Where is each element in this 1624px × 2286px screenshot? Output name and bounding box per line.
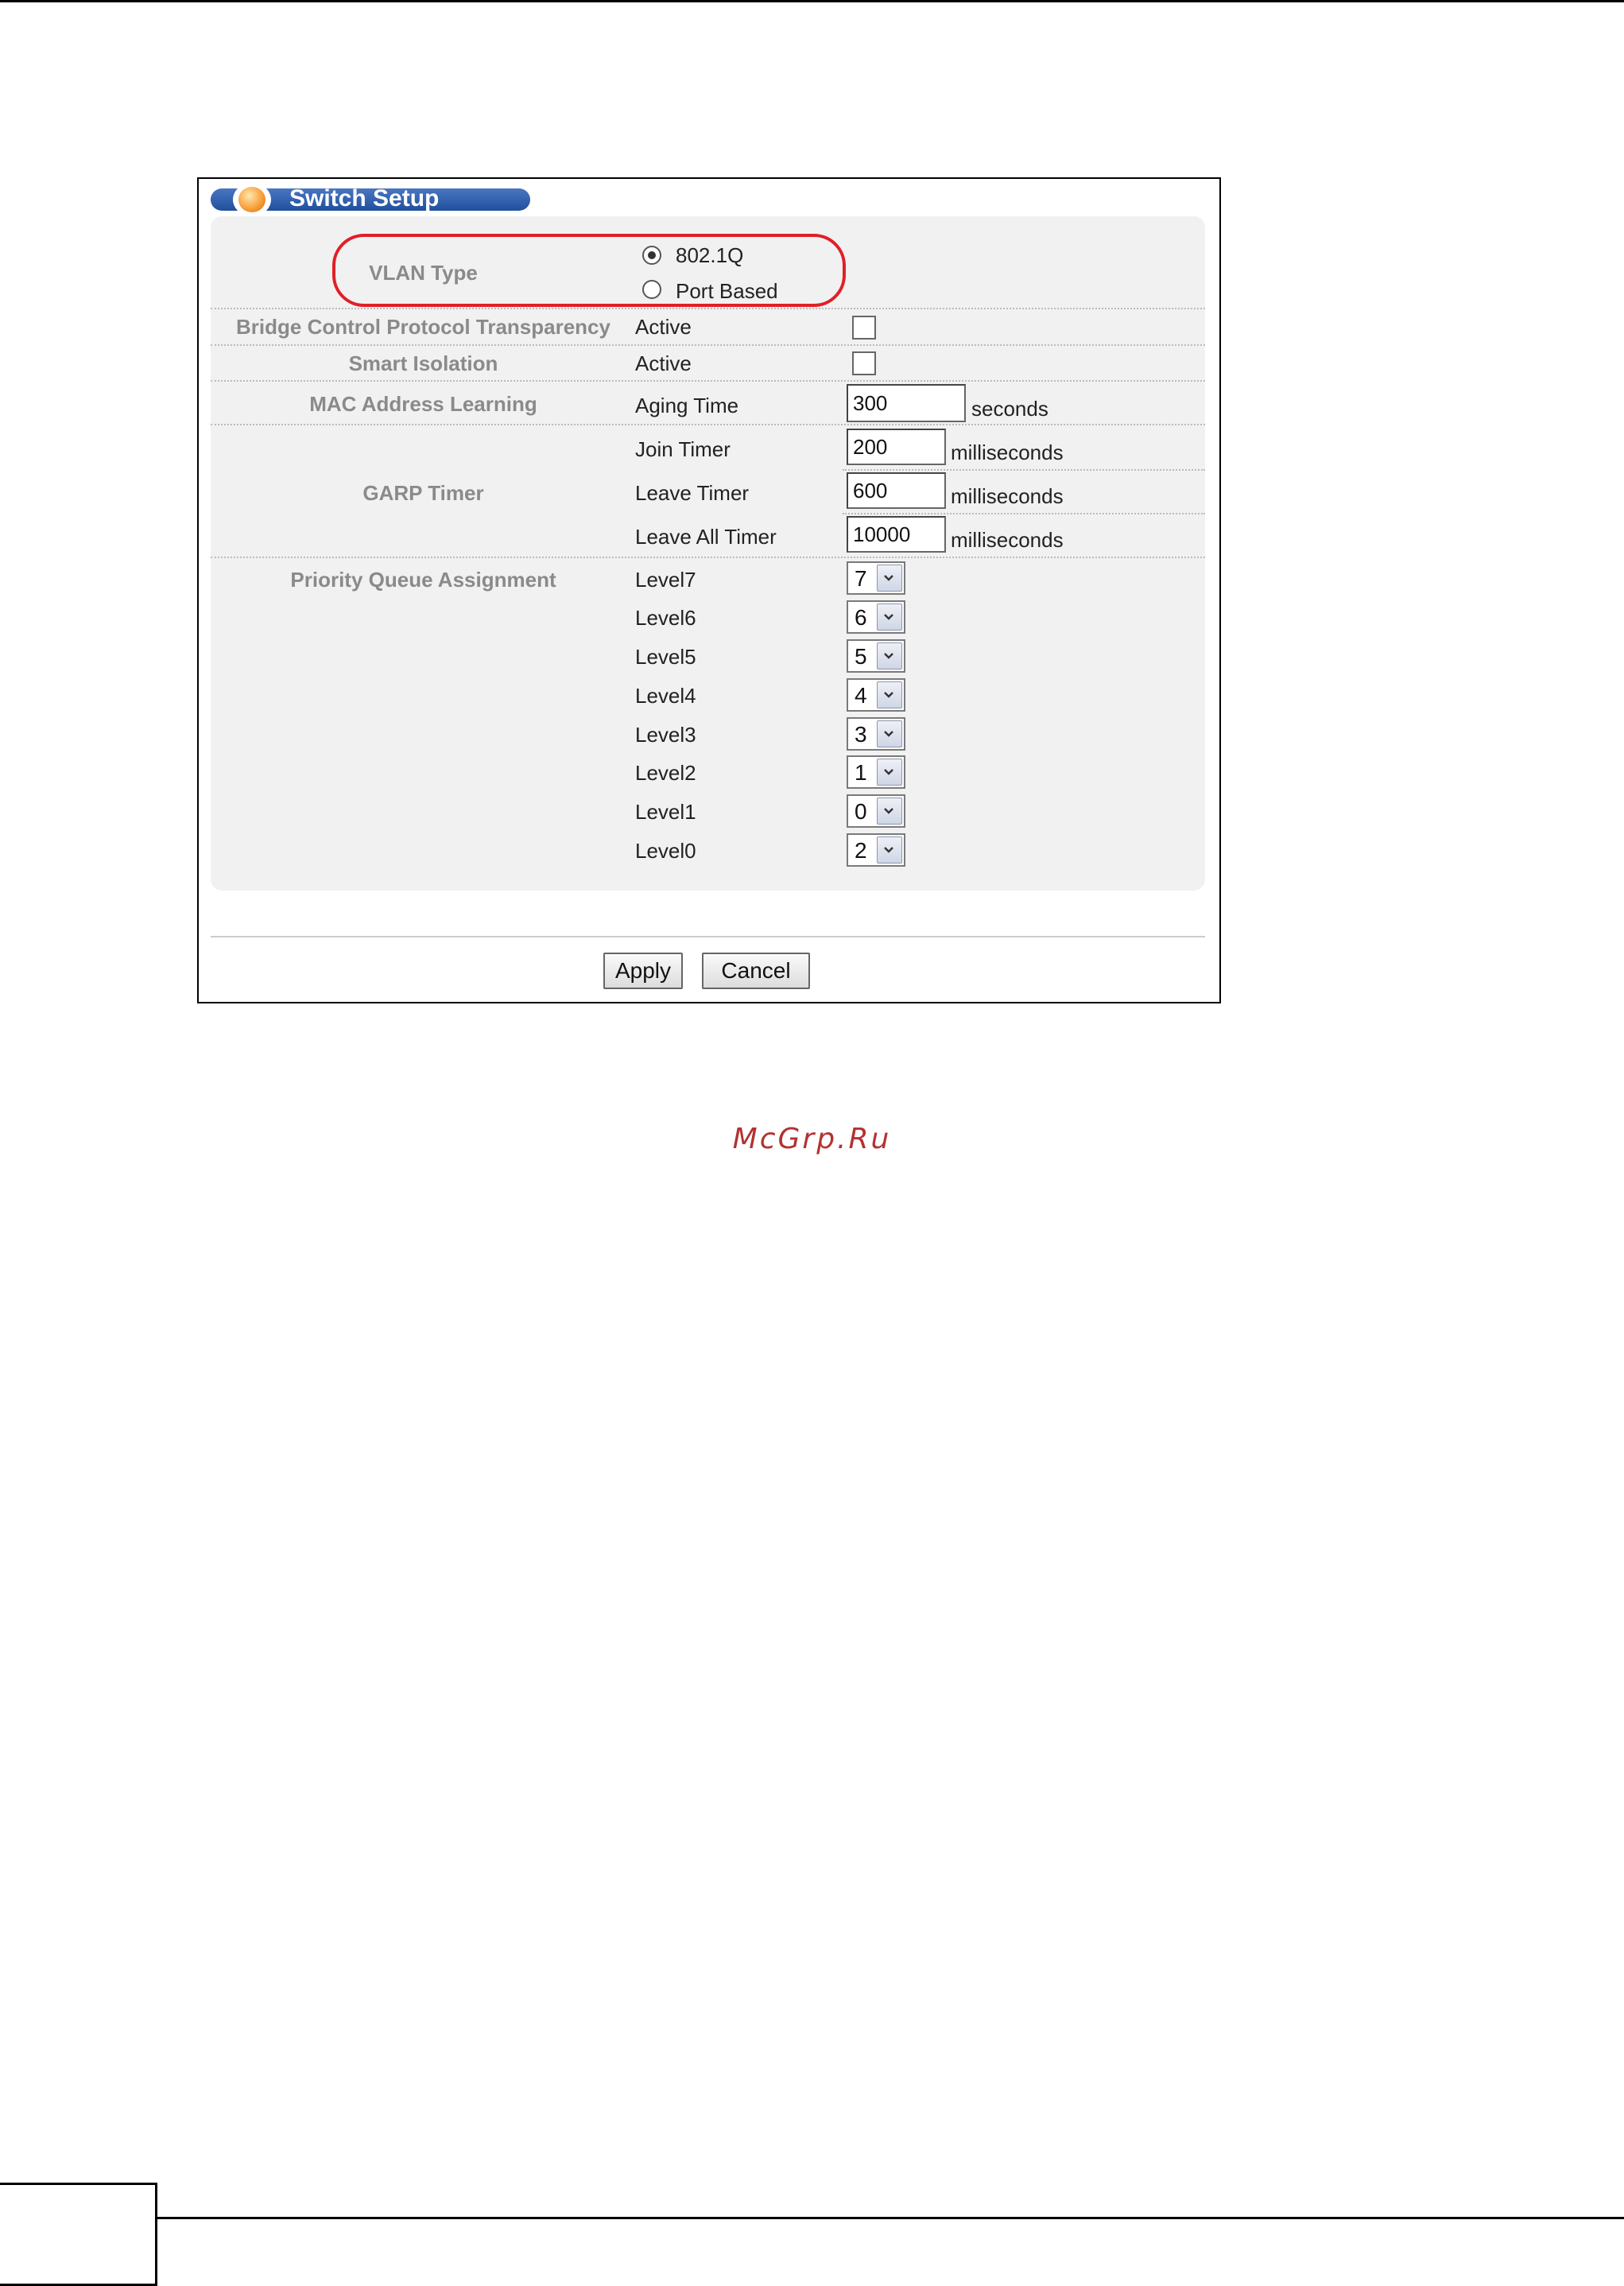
bridge-control-checkbox[interactable]: [852, 316, 876, 340]
smart-isolation-active-label: Active: [635, 351, 692, 375]
leave-timer-input[interactable]: [847, 472, 946, 509]
level1-select[interactable]: 0: [847, 794, 905, 828]
chevron-down-icon[interactable]: [877, 565, 902, 592]
level6-value: 6: [855, 605, 867, 630]
level3-select[interactable]: 3: [847, 717, 905, 751]
row-separator: [211, 557, 1205, 558]
row-separator: [211, 380, 1205, 382]
page-title: Switch Setup: [289, 185, 440, 212]
leave-timer-label: Leave Timer: [635, 481, 750, 505]
join-timer-input[interactable]: [847, 429, 946, 465]
join-timer-unit: milliseconds: [951, 441, 1064, 464]
level0-select[interactable]: 2: [847, 833, 905, 867]
smart-isolation-label: Smart Isolation: [348, 351, 498, 375]
level2-label: Level2: [635, 761, 696, 785]
aging-time-label: Aging Time: [635, 394, 739, 417]
row-separator: [211, 308, 1205, 309]
chevron-down-icon[interactable]: [877, 798, 902, 825]
garp-timer-label: GARP Timer: [362, 481, 484, 505]
level1-label: Level1: [635, 800, 696, 824]
row-separator: [211, 344, 1205, 346]
highlight-annotation: [332, 234, 846, 307]
smart-isolation-checkbox[interactable]: [852, 351, 876, 375]
form-divider: [211, 936, 1205, 937]
level0-value: 2: [855, 838, 867, 863]
aging-time-input[interactable]: [847, 384, 966, 422]
level5-value: 5: [855, 644, 867, 669]
join-timer-label: Join Timer: [635, 437, 731, 461]
row-separator: [843, 469, 1205, 471]
level4-select[interactable]: 4: [847, 678, 905, 712]
chevron-down-icon[interactable]: [877, 836, 902, 864]
chevron-down-icon[interactable]: [877, 681, 902, 708]
leave-all-timer-unit: milliseconds: [951, 528, 1064, 552]
row-separator: [211, 424, 1205, 425]
mac-learning-label: MAC Address Learning: [309, 392, 537, 416]
leave-all-timer-input[interactable]: [847, 516, 946, 553]
level5-label: Level5: [635, 645, 696, 669]
bridge-control-label: Bridge Control Protocol Transparency: [236, 315, 610, 339]
level6-select[interactable]: 6: [847, 600, 905, 634]
level3-label: Level3: [635, 723, 696, 747]
level4-label: Level4: [635, 684, 696, 708]
level1-value: 0: [855, 799, 867, 824]
orange-orb-icon: [238, 187, 265, 212]
level5-select[interactable]: 5: [847, 639, 905, 673]
chevron-down-icon[interactable]: [877, 720, 902, 747]
level2-select[interactable]: 1: [847, 755, 905, 789]
page-top-rule: [0, 0, 1624, 2]
level7-select[interactable]: 7: [847, 561, 905, 595]
apply-button[interactable]: Apply: [603, 953, 683, 989]
level6-label: Level6: [635, 606, 696, 630]
leave-timer-unit: milliseconds: [951, 484, 1064, 508]
footer-rule: [156, 2217, 1624, 2219]
level2-value: 1: [855, 760, 867, 785]
level3-value: 3: [855, 722, 867, 747]
page-number-box: [0, 2183, 157, 2286]
level7-label: Level7: [635, 568, 696, 592]
priority-queue-label: Priority Queue Assignment: [290, 568, 556, 592]
chevron-down-icon[interactable]: [877, 759, 902, 786]
watermark: McGrp.Ru: [732, 1123, 892, 1155]
level4-value: 4: [855, 683, 867, 708]
level7-value: 7: [855, 566, 867, 591]
level0-label: Level0: [635, 839, 696, 863]
bridge-control-active-label: Active: [635, 315, 692, 339]
cancel-button[interactable]: Cancel: [702, 953, 810, 989]
row-separator: [843, 513, 1205, 514]
leave-all-timer-label: Leave All Timer: [635, 525, 777, 549]
aging-time-unit: seconds: [971, 397, 1048, 421]
chevron-down-icon[interactable]: [877, 604, 902, 631]
chevron-down-icon[interactable]: [877, 642, 902, 669]
